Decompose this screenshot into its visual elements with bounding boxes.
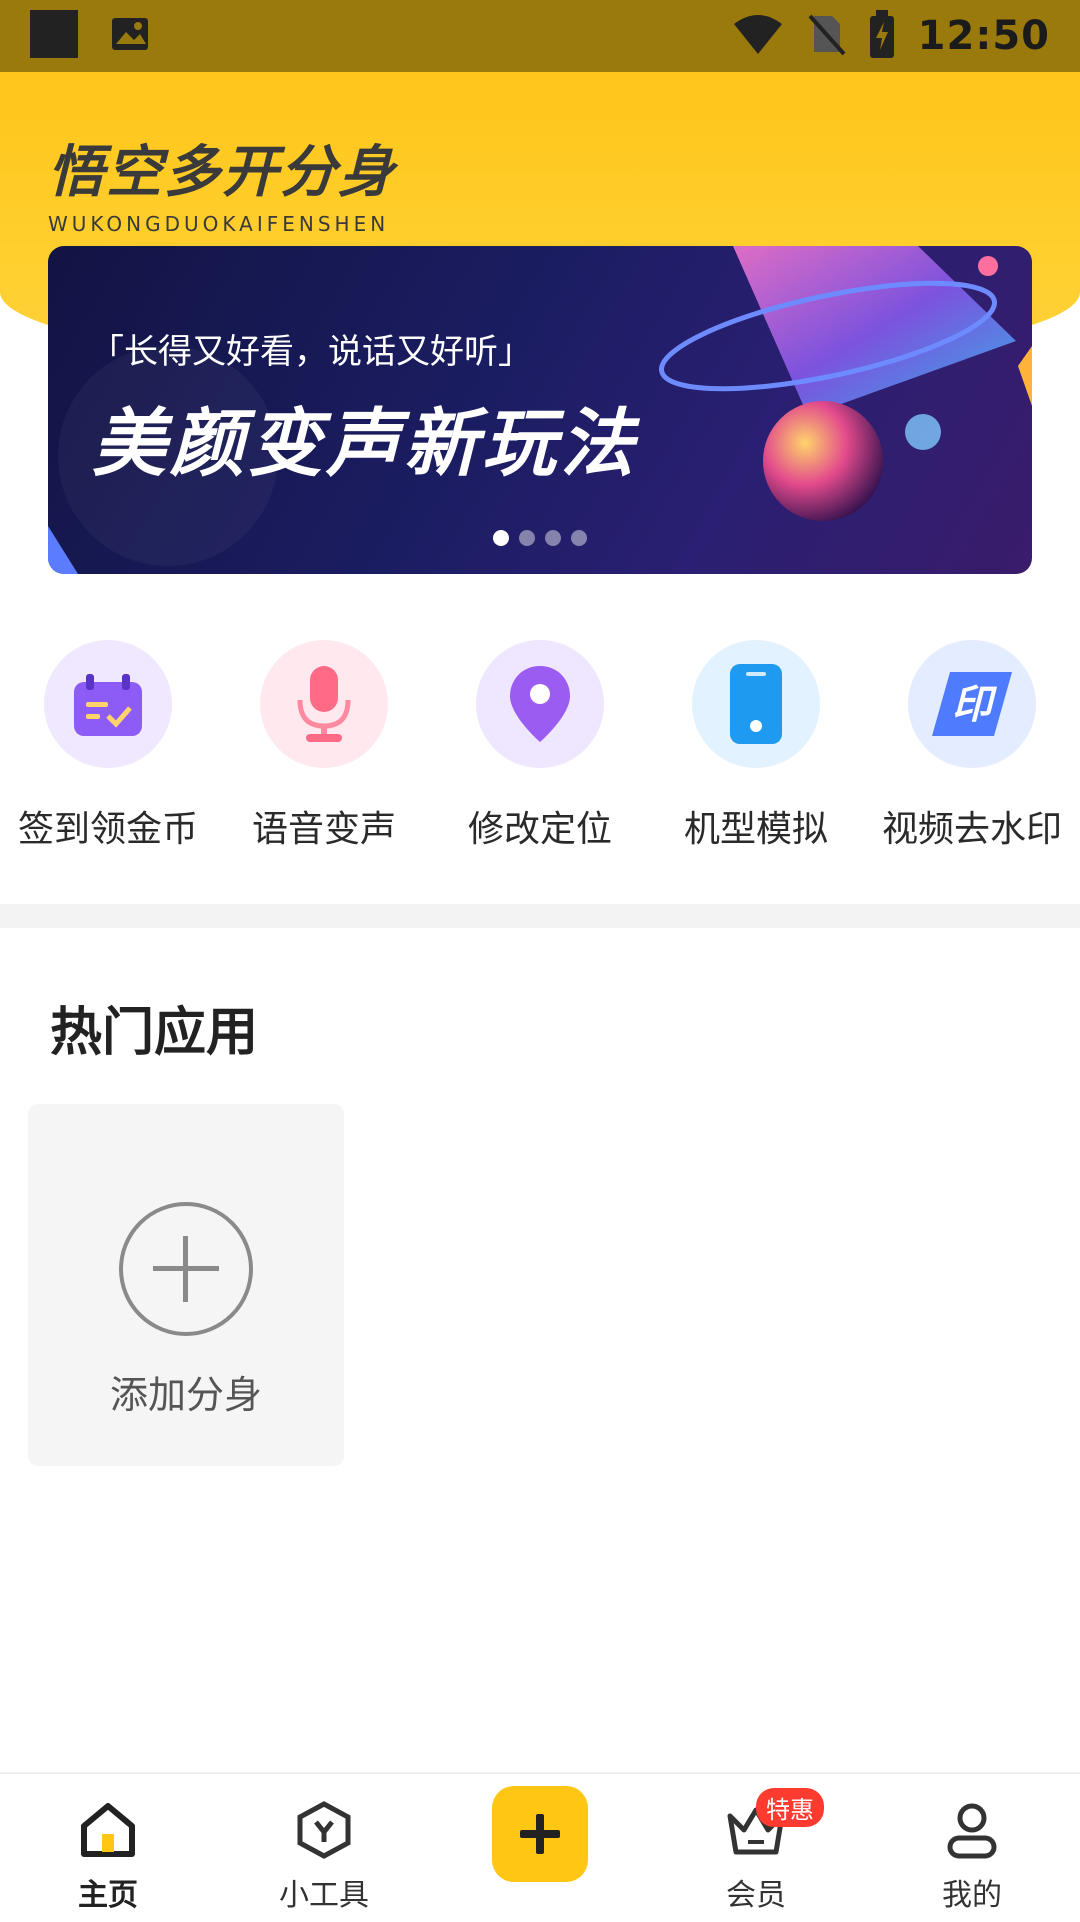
tool-label: 机型模拟	[683, 809, 828, 850]
hexagon-y-icon	[292, 1798, 356, 1862]
nav-home[interactable]: 主页	[0, 1774, 216, 1922]
banner-title: 美颜变声新玩法	[92, 401, 638, 487]
nav-label: 我的	[942, 1878, 1002, 1913]
bottom-navigation: 主页 小工具 会员 我的 特惠	[0, 1772, 1080, 1922]
carousel-dot[interactable]	[519, 530, 535, 546]
promo-banner[interactable]: 「长得又好看，说话又好听」 美颜变声新玩法	[48, 246, 1032, 574]
carousel-dot[interactable]	[545, 530, 561, 546]
status-bar: 12:50	[0, 0, 1080, 72]
add-clone-card[interactable]: 添加分身	[28, 1104, 344, 1466]
banner-subtitle: 「长得又好看，说话又好听」	[90, 332, 532, 372]
nav-label: 会员	[726, 1878, 786, 1913]
tool-label: 视频去水印	[881, 809, 1062, 850]
tool-remove-watermark[interactable]: 印 视频去水印	[864, 640, 1080, 860]
home-icon	[76, 1798, 140, 1862]
tool-label: 修改定位	[467, 809, 612, 850]
wifi-icon	[732, 14, 784, 58]
location-pin-icon	[476, 640, 604, 768]
notification-square-icon	[28, 8, 80, 64]
tool-check-in[interactable]: 签到领金币	[0, 640, 216, 860]
tool-label: 语音变声	[251, 809, 396, 850]
tool-device-simulation[interactable]: 机型模拟	[648, 640, 864, 860]
tools-row: 签到领金币 语音变声 修改定位 机型模拟 印 视频去水印	[0, 640, 1080, 860]
clock-time: 12:50	[917, 13, 1050, 59]
phone-icon	[692, 640, 820, 768]
nav-tools[interactable]: 小工具	[216, 1774, 432, 1922]
section-divider	[0, 904, 1080, 928]
carousel-dot[interactable]	[493, 530, 509, 546]
tool-modify-location[interactable]: 修改定位	[432, 640, 648, 860]
microphone-icon	[260, 640, 388, 768]
stamp-icon: 印	[908, 640, 1036, 768]
member-badge: 特惠	[756, 1788, 824, 1827]
nav-label: 小工具	[279, 1878, 369, 1913]
add-circle-icon	[119, 1202, 253, 1336]
nav-member[interactable]: 会员	[648, 1774, 864, 1922]
nav-mine[interactable]: 我的	[864, 1774, 1080, 1922]
tool-label: 签到领金币	[17, 809, 198, 850]
carousel-indicator	[48, 530, 1032, 546]
section-title: 热门应用	[50, 1003, 259, 1063]
plus-icon	[492, 1786, 588, 1882]
svg-text:印: 印	[952, 682, 998, 728]
battery-charging-icon	[868, 10, 896, 62]
carousel-dot[interactable]	[571, 530, 587, 546]
image-icon	[110, 14, 150, 58]
user-icon	[940, 1798, 1004, 1862]
app-logo: 悟空多开分身 WUKONGDUOKAIFENSHEN	[48, 127, 396, 236]
nav-add[interactable]	[432, 1774, 648, 1922]
logo-text-en: WUKONGDUOKAIFENSHEN	[48, 212, 390, 236]
add-clone-label: 添加分身	[109, 1373, 262, 1417]
no-sim-icon	[806, 12, 846, 60]
calendar-check-icon	[44, 640, 172, 768]
tool-voice-changer[interactable]: 语音变声	[216, 640, 432, 860]
nav-label: 主页	[78, 1878, 138, 1913]
logo-text-cn: 悟空多开分身	[48, 140, 396, 205]
